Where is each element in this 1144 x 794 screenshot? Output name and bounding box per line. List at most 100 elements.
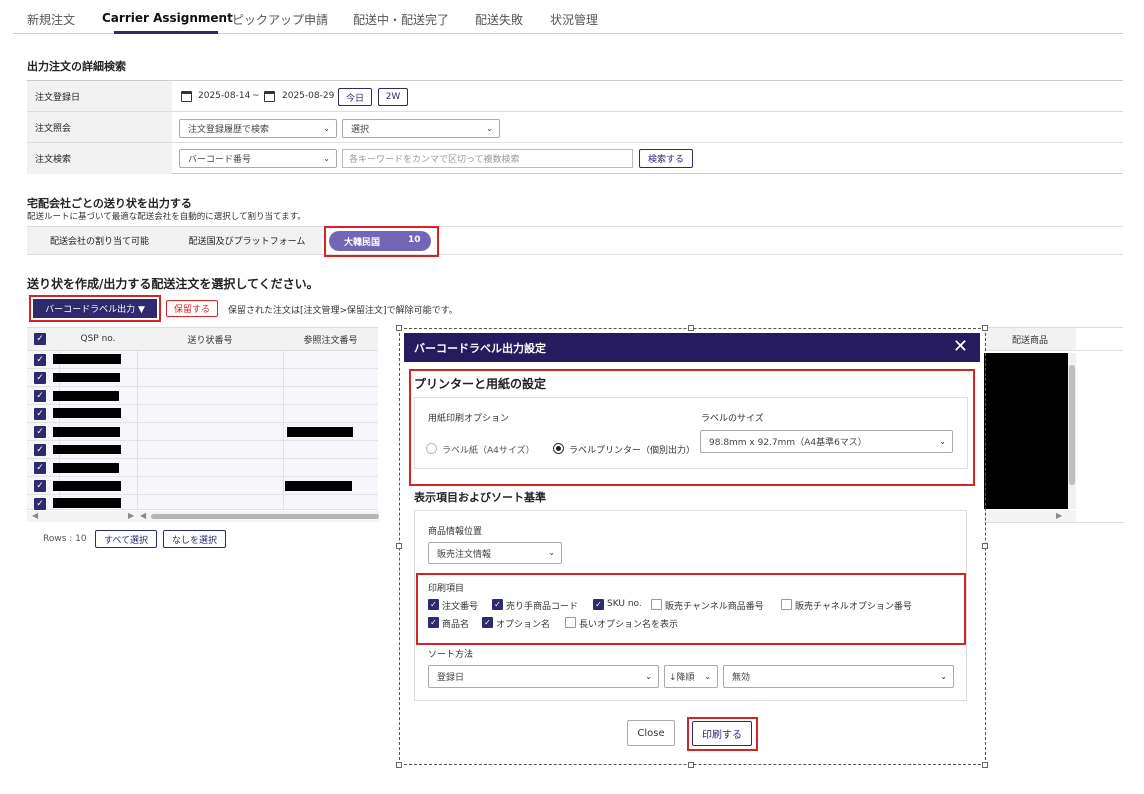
resize-handle[interactable] [396,762,402,768]
today-button[interactable]: 今日 [338,88,372,106]
row-checkbox[interactable]: ✓ [34,354,46,366]
row-checkbox[interactable]: ✓ [34,390,46,402]
search-table: 注文登録日 2025-08-14 ~ 2025-08-29 今日 2W 注文照会… [27,80,1123,174]
redacted-qsp [53,373,120,382]
redacted-reference [285,481,352,491]
product-info-position-select[interactable]: 販売注文情報 ⌄ [428,542,562,564]
product-info-position-value: 販売注文情報 [437,549,492,560]
rows-count: Rows : 10 [43,534,87,544]
chevron-down-icon: ⌄ [323,153,330,163]
sort-field-select[interactable]: 登録日 ⌄ [428,665,659,688]
column-header-delivery-product[interactable]: 配送商品 [984,327,1076,351]
calendar-icon[interactable] [181,91,192,102]
search-section-title: 出力注文の詳細検索 [27,60,126,73]
column-header-reference[interactable]: 参照注文番号 [283,327,378,351]
tab-in-delivery[interactable]: 配送中・配送完了 [353,11,449,28]
two-week-button[interactable]: 2W [378,88,408,106]
active-tab-indicator [114,31,218,34]
tab-pickup-request[interactable]: ピックアップ申請 [232,11,328,28]
sort-extra-select[interactable]: 無効 ⌄ [723,665,954,688]
close-button[interactable]: Close [627,720,675,746]
carrier-section-description: 配送ルートに基づいて最適な配送会社を自動的に選択して割り当てます。 [27,212,306,222]
table-bottom-line [984,522,1124,523]
chevron-down-icon: ⌄ [645,671,652,681]
row-checkbox[interactable]: ✓ [34,480,46,492]
inquiry-option-value: 選択 [351,125,370,135]
tab-delivery-failed[interactable]: 配送失敗 [475,11,523,28]
modal-title: バーコードラベル出力設定 [414,341,546,355]
row-checkbox[interactable]: ✓ [34,462,46,474]
redacted-qsp [53,408,121,418]
chevron-down-icon: ⌄ [548,548,555,558]
scroll-left-icon[interactable]: ◀ [140,511,146,520]
search-row-keyword: 注文検索 バーコード番号 ⌄ 各キーワードをカンマで区切って複数検索 検索する [27,143,1123,174]
tab-status-management[interactable]: 状況管理 [550,11,598,28]
inquiry-option-select[interactable]: 選択 ⌄ [342,119,500,138]
select-none-button[interactable]: なしを選択 [163,530,226,548]
search-button[interactable]: 検索する [639,149,693,168]
sort-extra-value: 無効 [732,673,751,683]
inquiry-type-select[interactable]: 注文登録履歴で検索 ⌄ [179,119,337,138]
header-checkbox-cell: ✓ [27,327,59,351]
product-info-position-label: 商品情報位置 [428,527,483,537]
horizontal-scrollbar[interactable]: ◀ ▶ ◀ [27,511,379,522]
display-section-title: 表示項目およびソート基準 [414,491,546,504]
redacted-qsp [53,391,119,401]
resize-handle[interactable] [396,543,402,549]
inquiry-type-value: 注文登録履歴で検索 [188,125,270,135]
chevron-down-icon: ⌄ [486,123,493,133]
carrier-country-platform-label: 配送国及びプラットフォーム [172,227,322,254]
resize-handle[interactable] [688,325,694,331]
date-separator: ~ [252,91,260,101]
resize-handle[interactable] [982,762,988,768]
search-type-value: バーコード番号 [188,155,252,165]
sort-method-label: ソート方法 [428,650,474,660]
row-checkbox[interactable]: ✓ [34,498,46,510]
redacted-qsp [53,427,120,437]
chevron-down-icon: ⌄ [940,671,947,681]
highlight-box [687,717,758,751]
date-to[interactable]: 2025-08-29 [282,91,334,101]
tab-new-order[interactable]: 新規注文 [27,11,75,28]
scrollbar-thumb[interactable] [1069,365,1075,485]
row-checkbox[interactable]: ✓ [34,426,46,438]
order-search-label: 注文検索 [27,143,172,174]
tab-carrier-assignment[interactable]: Carrier Assignment [102,11,233,25]
vertical-scrollbar[interactable] [1068,353,1076,509]
hold-button[interactable]: 保留する [166,300,218,317]
calendar-icon[interactable] [264,91,275,102]
resize-handle[interactable] [688,762,694,768]
sort-order-select[interactable]: ↓降順 ⌄ [664,665,718,688]
date-from[interactable]: 2025-08-14 [198,91,250,101]
column-header-qsp[interactable]: QSP no. [59,327,137,351]
resize-handle[interactable] [982,325,988,331]
carrier-assignable-label: 配送会社の割り当て可能 [27,227,172,254]
highlight-box [29,295,161,322]
highlight-box [324,226,439,257]
order-inquiry-label: 注文照会 [27,112,172,142]
chevron-down-icon: ⌄ [323,123,330,133]
chevron-down-icon: ⌄ [704,671,711,681]
row-checkbox[interactable]: ✓ [34,372,46,384]
select-all-button[interactable]: すべて選択 [95,530,157,548]
resize-handle[interactable] [982,543,988,549]
search-row-inquiry: 注文照会 注文登録履歴で検索 ⌄ 選択 ⌄ [27,112,1123,143]
select-all-checkbox[interactable]: ✓ [34,333,46,345]
scroll-left-icon[interactable]: ◀ [32,511,38,520]
keyword-input[interactable]: 各キーワードをカンマで区切って複数検索 [342,149,633,168]
column-header-tracking[interactable]: 送り状番号 [137,327,283,351]
redacted-qsp [53,354,121,364]
search-type-select[interactable]: バーコード番号 ⌄ [179,149,337,168]
order-date-label: 注文登録日 [27,81,172,111]
highlight-box [416,573,966,645]
scroll-right-icon[interactable]: ▶ [1056,511,1062,520]
scroll-right-icon[interactable]: ▶ [128,511,134,520]
close-icon[interactable]: ✕ [953,337,968,357]
row-checkbox[interactable]: ✓ [34,444,46,456]
redacted-qsp [53,481,121,491]
resize-handle[interactable] [396,325,402,331]
row-checkbox[interactable]: ✓ [34,408,46,420]
scrollbar-thumb[interactable] [151,514,379,519]
redacted-qsp [53,463,119,473]
horizontal-scrollbar-right[interactable]: ▶ [984,510,1076,522]
